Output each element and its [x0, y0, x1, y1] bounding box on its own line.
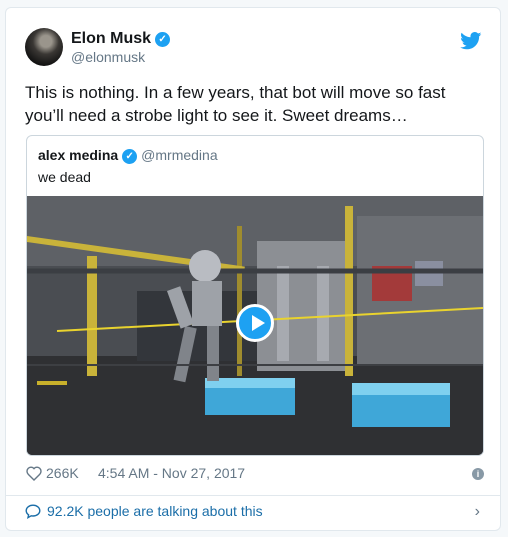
talking-count-label[interactable]: 92.2K people are talking about this	[47, 503, 263, 519]
verified-badge-icon: ✓	[122, 149, 138, 164]
video-player[interactable]	[27, 196, 483, 455]
verified-badge-icon: ✓	[155, 32, 171, 47]
tweet-header: Elon Musk ✓ @elonmusk	[25, 28, 486, 68]
timestamp[interactable]: 4:54 AM - Nov 27, 2017	[98, 465, 245, 481]
tweet-text: This is nothing. In a few years, that bo…	[25, 83, 446, 125]
quoted-author-name[interactable]: alex medina	[38, 147, 118, 163]
play-button-icon[interactable]	[236, 304, 274, 342]
avatar[interactable]	[25, 28, 63, 66]
author-handle[interactable]: @elonmusk	[71, 49, 145, 65]
quoted-author-handle[interactable]: @mrmedina	[141, 147, 217, 163]
quoted-author[interactable]: alex medina ✓ @mrmedina	[38, 147, 218, 164]
heart-icon[interactable]	[26, 466, 42, 481]
tweet-card: Elon Musk ✓ @elonmusk This is nothing. In…	[5, 7, 501, 531]
quoted-text: we dead	[38, 169, 91, 185]
like-count[interactable]: 266K	[46, 465, 79, 481]
quoted-tweet[interactable]: alex medina ✓ @mrmedina we dead	[26, 135, 484, 456]
author-name-text[interactable]: Elon Musk	[71, 30, 151, 47]
twitter-bird-icon[interactable]	[460, 32, 482, 50]
conversation-link[interactable]: 92.2K people are talking about this ›	[25, 502, 486, 524]
chevron-right-icon[interactable]: ›	[475, 503, 480, 521]
tweet-meta: 266K 4:54 AM - Nov 27, 2017 i	[26, 465, 484, 485]
info-icon[interactable]: i	[472, 468, 484, 480]
speech-bubble-icon	[25, 504, 41, 519]
author-name[interactable]: Elon Musk ✓	[71, 30, 171, 48]
divider	[6, 495, 500, 496]
